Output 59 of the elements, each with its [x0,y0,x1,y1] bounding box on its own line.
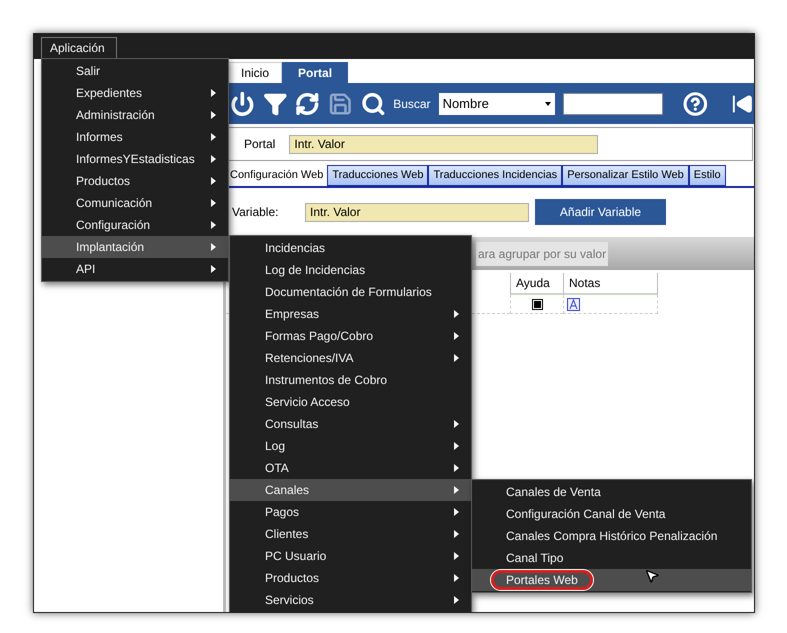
menu-item[interactable]: Configuración [42,214,228,236]
menu-item[interactable]: Pagos [230,501,471,523]
column-header[interactable]: Notas [563,273,658,295]
menu-item[interactable]: Productos [230,567,471,589]
add-variable-button[interactable]: Añadir Variable [535,199,666,225]
subtab[interactable]: Traducciones Incidencias [428,165,562,186]
menu-item[interactable]: PC Usuario [230,545,471,567]
menu-item[interactable]: Portales Web [472,569,751,591]
portal-label: Portal [244,136,276,153]
portal-field[interactable]: Intr. Valor [289,134,598,154]
menu-item[interactable]: Expedientes [42,82,228,104]
menu-item[interactable]: API [42,258,228,280]
search-input[interactable] [562,93,663,115]
search-label: Buscar [393,96,431,113]
cursor-icon [644,568,660,584]
menu-item[interactable]: Canales de Venta [472,481,751,503]
menu-item[interactable]: Administración [42,104,228,126]
tab[interactable]: Inicio [228,62,282,83]
menu-item[interactable]: Formas Pago/Cobro [230,325,471,347]
menu-item[interactable]: Consultas [230,413,471,435]
subtab[interactable]: Traducciones Web [327,165,428,186]
menu-title[interactable]: Aplicación [41,37,117,59]
menu-item[interactable]: Comunicación [42,192,228,214]
menu-item[interactable]: Informes [42,126,228,148]
menu-item[interactable]: Instrumentos de Cobro [230,369,471,391]
search-field-dropdown[interactable]: Nombre [438,93,555,115]
menu-item[interactable]: Configuración Canal de Venta [472,503,751,525]
power-icon[interactable] [230,91,255,117]
menu-item[interactable]: OTA [230,457,471,479]
menu-item[interactable]: Canales [230,479,471,501]
text-field-icon[interactable] [567,298,580,310]
dropdown-arrow-icon [544,102,551,106]
filter-icon[interactable] [262,91,288,117]
tab[interactable]: Portal [282,62,348,83]
variable-label: Variable: [232,204,280,221]
help-icon[interactable] [682,91,708,117]
menu-item[interactable]: Servicios [230,589,471,611]
menu-item[interactable]: Empresas [230,303,471,325]
menu-item[interactable]: Clientes [230,523,471,545]
variable-field[interactable]: Intr. Valor [305,202,529,222]
menu-item[interactable]: Canales Compra Histórico Penalización [472,525,751,547]
menu-item[interactable]: Log [230,435,471,457]
menu-item[interactable]: Retenciones/IVA [230,347,471,369]
subtab[interactable]: Personalizar Estilo Web [562,165,689,186]
menu-item[interactable]: Productos [42,170,228,192]
group-hint: ara agrupar por su valor [476,242,608,266]
help-checkbox[interactable] [532,298,542,310]
menu-item[interactable]: InformesYEstadisticas [42,148,228,170]
menu-item[interactable]: Incidencias [230,237,471,259]
column-header[interactable]: Ayuda [510,273,563,295]
subtab[interactable]: Estilo [688,165,726,186]
menu-item[interactable]: Documentación de Formularios [230,281,471,303]
menu-item[interactable]: Servicio Acceso [230,391,471,413]
menu-item[interactable]: Log de Incidencias [230,259,471,281]
menu-item[interactable]: Salir [42,60,228,82]
refresh-icon[interactable] [295,91,320,117]
search-icon[interactable] [360,91,386,117]
menu-item[interactable]: Canal Tipo [472,547,751,569]
menu-item[interactable]: Implantación [42,236,228,258]
